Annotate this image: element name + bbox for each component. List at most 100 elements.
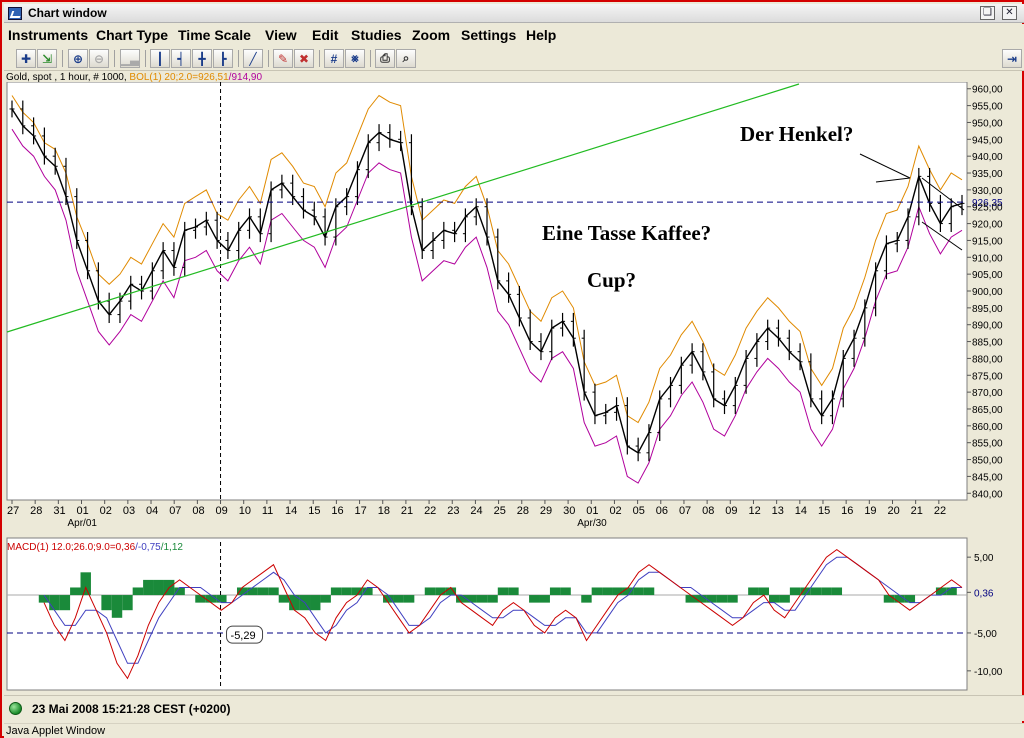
pin-icon[interactable]: ⇥ bbox=[1002, 49, 1022, 68]
macd-histogram-bar bbox=[706, 595, 717, 603]
menu-instruments[interactable]: Instruments bbox=[8, 27, 88, 43]
price-x-sublabel: Apr/30 bbox=[577, 518, 607, 529]
menu-time-scale[interactable]: Time Scale bbox=[178, 27, 251, 43]
price-y-tick-label: 885,00 bbox=[972, 338, 1003, 349]
toolbar-separator bbox=[268, 50, 269, 67]
macd-histogram-bar bbox=[560, 587, 571, 596]
price-y-tick-label: 910,00 bbox=[972, 253, 1003, 264]
menu-zoom[interactable]: Zoom bbox=[412, 27, 450, 43]
macd-histogram-bar bbox=[539, 595, 550, 603]
macd-histogram-bar bbox=[70, 587, 81, 596]
macd-histogram-bar bbox=[549, 587, 561, 596]
price-y-tick-label: 945,00 bbox=[972, 135, 1003, 146]
macd-histogram-bar bbox=[257, 587, 269, 596]
macd-histogram-bar bbox=[49, 595, 60, 611]
toolbar-separator bbox=[370, 50, 371, 67]
price-x-tick-label: 01 bbox=[586, 505, 598, 517]
toolbar-separator bbox=[62, 50, 63, 67]
macd-histogram-bar bbox=[695, 595, 707, 603]
macd-y-tick-label: 0,36 bbox=[974, 588, 994, 599]
chart-window-icon bbox=[8, 7, 22, 20]
macd-histogram-bar bbox=[508, 587, 519, 596]
price-y-tick-label: 930,00 bbox=[972, 186, 1003, 197]
print-icon[interactable]: ⎙ bbox=[375, 49, 395, 68]
macd-histogram-bar bbox=[602, 587, 613, 596]
menu-view[interactable]: View bbox=[265, 27, 297, 43]
candles-4-icon[interactable]: ┣ bbox=[213, 49, 233, 68]
menu-help[interactable]: Help bbox=[526, 27, 556, 43]
title-bar: Chart window ❑ ✕ bbox=[4, 4, 1024, 23]
price-y-tick-label: 880,00 bbox=[972, 354, 1003, 365]
macd-title: MACD(1) 12.0;26.0;9.0=0,36/-0,75/1,12 bbox=[7, 542, 183, 553]
applet-footer: Java Applet Window bbox=[4, 723, 1024, 738]
price-x-tick-label: 24 bbox=[470, 505, 482, 517]
toolbar-separator bbox=[238, 50, 239, 67]
move-icon[interactable]: ⇲ bbox=[37, 49, 57, 68]
candles-1-icon[interactable]: ┃ bbox=[150, 49, 170, 68]
print-preview-icon[interactable]: ⌕ bbox=[396, 49, 416, 68]
price-chart[interactable]: 926,35 960,00955,00950,00945,00940,00935… bbox=[4, 82, 1024, 532]
toolbar-separator bbox=[114, 50, 115, 67]
price-x-tick-label: 08 bbox=[192, 505, 204, 517]
grid-icon[interactable]: # bbox=[324, 49, 344, 68]
price-y-tick-label: 840,00 bbox=[972, 489, 1003, 500]
macd-histogram-bar bbox=[132, 587, 144, 596]
macd-histogram-bar bbox=[612, 587, 623, 596]
crosshair-icon[interactable]: ✚ bbox=[16, 49, 36, 68]
price-x-tick-label: 01 bbox=[77, 505, 89, 517]
restore-icon[interactable]: ❑ bbox=[980, 6, 995, 20]
close-icon[interactable]: ✕ bbox=[1002, 6, 1017, 20]
macd-chart[interactable]: MACD(1) 12.0;26.0;9.0=0,36/-0,75/1,12 -5… bbox=[4, 536, 1024, 694]
price-y-tick-label: 935,00 bbox=[972, 169, 1003, 180]
eraser-icon[interactable]: ✎ bbox=[273, 49, 293, 68]
toolbar: ✚ ⇲ ⊕ ⊖ ▁▃ ┃ ┥ ╋ ┣ ╱ ✎ ✖ # ⨳ ⎙ ⌕ ⇥ bbox=[4, 46, 1024, 71]
macd-histogram-bar bbox=[424, 587, 436, 596]
zoom-in-icon[interactable]: ⊕ bbox=[68, 49, 88, 68]
menu-chart-type[interactable]: Chart Type bbox=[96, 27, 168, 43]
menu-studies[interactable]: Studies bbox=[351, 27, 402, 43]
price-x-tick-label: 02 bbox=[609, 505, 621, 517]
macd-histogram-bar bbox=[789, 587, 801, 596]
macd-histogram-bar bbox=[236, 587, 248, 596]
macd-histogram-bar bbox=[529, 595, 540, 603]
bar-chart-icon[interactable]: ▁▃ bbox=[120, 49, 140, 68]
price-x-tick-label: 09 bbox=[216, 505, 228, 517]
footer-text: Java Applet Window bbox=[6, 725, 106, 737]
price-x-tick-label: 19 bbox=[864, 505, 876, 517]
macd-histogram-bar bbox=[591, 587, 603, 596]
candles-2-icon[interactable]: ┥ bbox=[171, 49, 191, 68]
macd-histogram-bar bbox=[456, 595, 467, 603]
macd-histogram-bar bbox=[466, 595, 477, 603]
price-x-tick-label: 07 bbox=[169, 505, 181, 517]
price-y-tick-label: 920,00 bbox=[972, 220, 1003, 231]
delete-icon[interactable]: ✖ bbox=[294, 49, 314, 68]
menu-settings[interactable]: Settings bbox=[461, 27, 516, 43]
macd-histogram-bar bbox=[476, 595, 488, 603]
remove-grid-icon[interactable]: ⨳ bbox=[345, 49, 365, 68]
price-x-tick-label: 22 bbox=[424, 505, 436, 517]
price-x-tick-label: 27 bbox=[7, 505, 19, 517]
macd-histogram-bar bbox=[59, 595, 71, 611]
macd-histogram-bar bbox=[716, 595, 728, 603]
candles-3-icon[interactable]: ╋ bbox=[192, 49, 212, 68]
price-y-tick-label: 875,00 bbox=[972, 371, 1003, 382]
price-y-tick-label: 950,00 bbox=[972, 118, 1003, 129]
macd-histogram-bar bbox=[268, 587, 279, 596]
price-x-tick-label: 05 bbox=[633, 505, 645, 517]
macd-histogram-bar bbox=[351, 587, 363, 596]
macd-histogram-bar bbox=[101, 595, 112, 611]
menu-edit[interactable]: Edit bbox=[312, 27, 338, 43]
line-tool-icon[interactable]: ╱ bbox=[243, 49, 263, 68]
price-y-tick-label: 925,00 bbox=[972, 203, 1003, 214]
macd-histogram-bar bbox=[403, 595, 415, 603]
macd-histogram-bar bbox=[497, 587, 509, 596]
macd-histogram-bar bbox=[883, 595, 895, 603]
price-x-tick-label: 04 bbox=[146, 505, 158, 517]
price-x-tick-label: 10 bbox=[239, 505, 251, 517]
macd-histogram-bar bbox=[643, 587, 655, 596]
macd-histogram-bar bbox=[435, 587, 446, 596]
macd-histogram-bar bbox=[122, 595, 133, 611]
macd-histogram-bar bbox=[810, 587, 822, 596]
zoom-out-icon[interactable]: ⊖ bbox=[89, 49, 109, 68]
macd-histogram-bar bbox=[216, 595, 227, 603]
